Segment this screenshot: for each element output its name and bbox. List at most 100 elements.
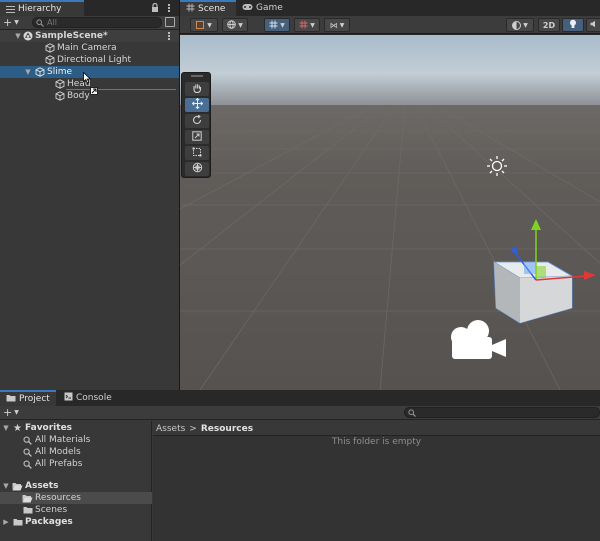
expand-arrow-icon[interactable]: ▼ — [0, 423, 12, 433]
create-asset-button[interactable]: + ▼ — [3, 406, 19, 419]
view-options-dropdown[interactable]: ▼ — [222, 18, 248, 32]
directional-light-gizmo-icon[interactable] — [486, 155, 508, 180]
breadcrumb: Assets > Resources — [156, 423, 253, 435]
move-gizmo[interactable] — [500, 218, 600, 288]
camera-gizmo-icon[interactable] — [448, 319, 508, 366]
tree-row-packages[interactable]: ▶ Packages — [0, 516, 152, 528]
tree-row-main-camera[interactable]: Main Camera — [0, 42, 179, 54]
rotate-tool-button[interactable] — [185, 114, 209, 128]
breadcrumb-resources[interactable]: Resources — [201, 424, 253, 434]
tab-game[interactable]: Game — [236, 0, 288, 16]
kebab-menu-icon[interactable] — [166, 2, 172, 14]
tree-row-all-prefabs[interactable]: All Prefabs — [0, 458, 152, 470]
tool-palette — [181, 72, 211, 178]
add-object-button[interactable]: + ▼ — [3, 16, 19, 29]
toggle-2d-button[interactable]: 2D — [538, 18, 560, 32]
draw-mode-dropdown[interactable]: ▼ — [190, 18, 218, 32]
assets-label: Assets — [25, 481, 59, 491]
scene-toolbar: ▼ ▼ ▼ ▼ ⋈ ▼ ▼ 2D — [180, 16, 600, 34]
audio-toggle-button[interactable] — [586, 18, 600, 32]
globe-icon — [227, 19, 236, 31]
gameobject-cube-icon — [44, 43, 55, 54]
mouse-cursor-icon — [83, 71, 92, 87]
tab-console[interactable]: Console — [58, 390, 120, 406]
tab-console-label: Console — [76, 393, 112, 403]
open-folder-icon — [12, 481, 23, 492]
project-folder-content: Assets > Resources This folder is empty — [153, 421, 600, 541]
search-icon — [22, 447, 33, 458]
star-icon: ★ — [13, 422, 22, 434]
hierarchy-search-input[interactable]: All — [32, 17, 162, 28]
transform-tool-button[interactable] — [185, 162, 209, 176]
dropdown-arrow-icon: ▼ — [238, 21, 243, 29]
scene-viewport[interactable] — [180, 35, 600, 390]
shaded-mode-icon — [196, 21, 205, 29]
kebab-menu-icon[interactable] — [166, 31, 172, 41]
rotate-icon — [192, 114, 202, 128]
search-options-icon[interactable] — [165, 17, 175, 27]
dropdown-arrow-icon: ▼ — [280, 21, 285, 29]
hand-tool-button[interactable] — [185, 82, 209, 96]
dropdown-arrow-icon: ▼ — [14, 19, 19, 26]
asset-folder-label: Scenes — [35, 505, 68, 515]
lock-icon[interactable] — [151, 2, 159, 12]
packages-label: Packages — [25, 517, 73, 527]
tab-project-label: Project — [19, 394, 50, 404]
gameobject-cube-icon — [34, 67, 45, 78]
expand-arrow-icon[interactable]: ▼ — [0, 67, 34, 77]
scene-panel: Scene Game ▼ ▼ ▼ ▼ ⋈ ▼ ▼ 2D — [180, 0, 600, 390]
favorites-label: Favorites — [25, 423, 73, 433]
scene-tabbar: Scene Game — [180, 0, 600, 16]
effects-icon: ⋈ — [329, 20, 338, 30]
rect-tool-button[interactable] — [185, 146, 209, 160]
expand-arrow-icon[interactable]: ▼ — [0, 31, 22, 41]
grid-snapping-button[interactable]: ▼ — [264, 18, 290, 32]
expand-arrow-icon[interactable]: ▼ — [0, 481, 12, 491]
snap-increment-dropdown[interactable]: ▼ — [294, 18, 320, 32]
tree-row-all-materials[interactable]: All Materials — [0, 434, 152, 446]
render-mode-dropdown[interactable]: ▼ — [506, 18, 534, 32]
tree-row-scene[interactable]: ▼ SampleScene* — [0, 30, 179, 42]
tree-row-resources[interactable]: Resources — [0, 492, 152, 504]
snap-increment-icon — [299, 20, 308, 31]
scene-3d-render — [180, 35, 600, 390]
speaker-icon — [590, 20, 597, 30]
breadcrumb-assets[interactable]: Assets — [156, 424, 185, 434]
dropdown-arrow-icon: ▼ — [207, 21, 212, 29]
gameobject-cube-icon — [54, 79, 65, 90]
tool-palette-grip — [191, 75, 203, 77]
lighting-toggle-button[interactable] — [562, 18, 584, 32]
tab-hierarchy[interactable]: Hierarchy — [0, 0, 84, 16]
tree-row-assets[interactable]: ▼ Assets — [0, 480, 152, 492]
search-icon — [22, 459, 33, 470]
unity-scene-icon — [22, 31, 33, 42]
tree-item-label: Slime — [47, 67, 73, 77]
tree-row-directional-light[interactable]: Directional Light — [0, 54, 179, 66]
project-tabbar: Project Console — [0, 390, 600, 406]
hierarchy-panel: Hierarchy + ▼ All ▼ SampleScene* Main Ca… — [0, 0, 179, 390]
search-icon — [408, 409, 416, 420]
project-toolbar: + ▼ — [0, 406, 600, 420]
collapse-arrow-icon[interactable]: ▶ — [0, 517, 12, 527]
tree-row-favorites[interactable]: ▼ ★ Favorites — [0, 422, 152, 434]
tree-row-all-models[interactable]: All Models — [0, 446, 152, 458]
lightbulb-icon — [569, 19, 577, 31]
project-search-input[interactable] — [404, 407, 600, 418]
tab-game-label: Game — [256, 3, 283, 13]
folder-icon — [22, 505, 33, 516]
move-tool-button[interactable] — [185, 97, 209, 112]
effects-dropdown[interactable]: ⋈ ▼ — [324, 18, 350, 32]
tab-scene[interactable]: Scene — [180, 0, 236, 16]
console-icon — [64, 392, 73, 404]
move-arrows-icon — [191, 97, 203, 112]
hand-icon — [192, 83, 202, 96]
toggle-2d-label: 2D — [542, 20, 556, 30]
favorite-item-label: All Prefabs — [35, 459, 83, 469]
drag-shortcut-icon — [90, 87, 98, 95]
gameobject-cube-icon — [44, 55, 55, 66]
scale-tool-button[interactable] — [185, 130, 209, 144]
hierarchy-icon — [6, 5, 15, 13]
tab-project[interactable]: Project — [0, 390, 56, 406]
tree-row-scenes[interactable]: Scenes — [0, 504, 152, 516]
breadcrumb-bar: Assets > Resources — [153, 421, 600, 436]
